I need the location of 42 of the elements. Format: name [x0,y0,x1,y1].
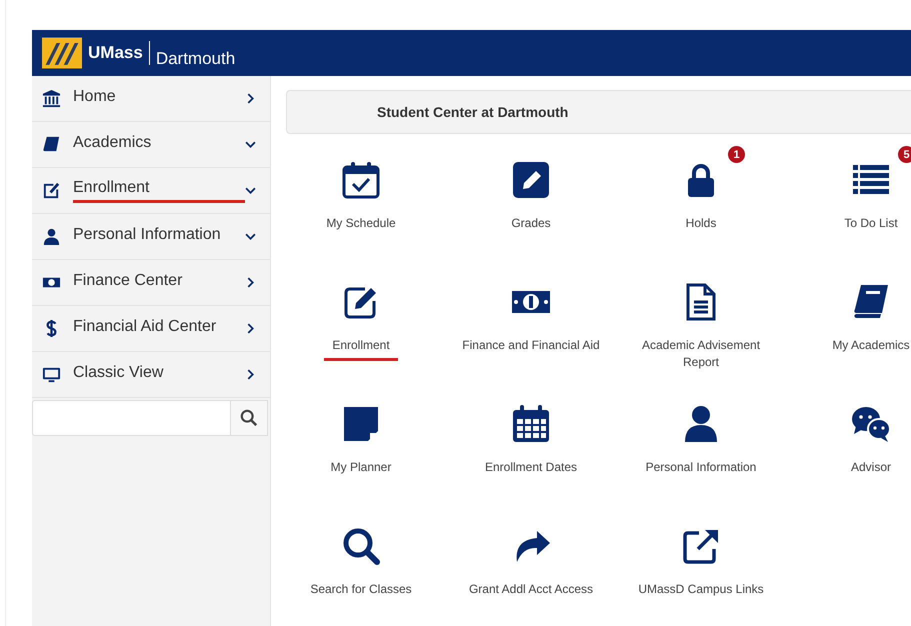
tile-link[interactable]: 1 Holds [616,144,786,266]
tile-link[interactable]: Academic Advisement Report [616,266,786,388]
tile-link[interactable]: Finance and Financial Aid [446,266,616,388]
tile-link[interactable]: Personal Information [616,388,786,510]
sidebar-item[interactable]: Financial Aid Center [32,306,270,352]
person-icon [42,227,61,246]
search-icon [341,526,381,566]
tile-link[interactable]: My Academics [786,266,911,388]
book-icon [42,135,61,154]
tile-link[interactable]: Enrollment Dates [446,388,616,510]
search-button[interactable] [230,400,268,436]
sidebar-item[interactable]: Classic View [32,352,270,398]
note-icon [341,404,381,444]
tile-link[interactable]: My Planner [276,388,446,510]
sidebar-item[interactable]: Home [32,76,270,122]
search-field[interactable] [32,400,230,436]
edit-icon [42,181,61,200]
count-badge: 5 [898,146,911,163]
tile-link[interactable]: My Schedule [276,144,446,266]
sidebar-item[interactable]: Enrollment [32,168,270,214]
pencil-icon [511,160,551,200]
calendar-icon [511,404,551,444]
calendar-check-icon [341,160,381,200]
tile-link[interactable]: 5 To Do List [786,144,911,266]
bank-icon [42,89,61,108]
tile-link[interactable]: Grant Addl Acct Access [446,510,616,626]
sidebar-item[interactable]: Personal Information [32,214,270,260]
logo-icon [42,37,82,69]
sidebar-item[interactable]: Academics [32,122,270,168]
count-badge: 1 [728,146,745,163]
tile-link[interactable]: Advisor [786,388,911,510]
search-icon [240,409,258,427]
tile-link[interactable]: Search for Classes [276,510,446,626]
chat-icon [851,404,891,444]
brand-name: UMass [88,41,150,65]
sidebar-item[interactable]: Finance Center [32,260,270,306]
tile-link[interactable]: Enrollment [276,266,446,388]
monitor-icon [42,365,61,384]
campus-name: Dartmouth [156,49,236,69]
tile-link[interactable]: UMassD Campus Links [616,510,786,626]
tile-link[interactable]: Grades [446,144,616,266]
page-title: Student Center at Dartmouth [377,104,568,120]
